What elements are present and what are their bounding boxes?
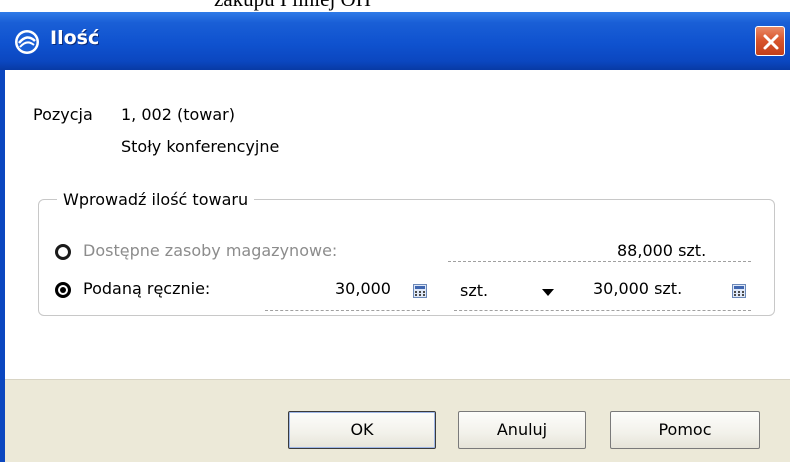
chevron-down-icon[interactable] <box>541 288 555 297</box>
converted-value-underline <box>571 310 751 311</box>
dialog-content: Pozycja 1, 002 (towar) Stoły konferencyj… <box>5 70 790 379</box>
position-name: Stoły konferencyjne <box>121 137 280 156</box>
page-caption-strip: zakupu I ilniej OH <box>0 0 790 12</box>
close-icon <box>763 34 779 50</box>
calculator-icon[interactable] <box>413 284 427 298</box>
unit-select[interactable]: szt. <box>460 281 488 300</box>
calculator-icon-converted[interactable] <box>732 284 746 298</box>
stock-option-radio[interactable] <box>55 244 71 260</box>
ok-button[interactable]: OK <box>288 411 436 449</box>
quantity-group-legend: Wprowadź ilość towaru <box>57 190 255 209</box>
dialog-footer: OK Anuluj Pomoc <box>5 379 790 462</box>
title-bar[interactable]: Ilość <box>0 12 790 70</box>
radio-selected-dot <box>60 287 66 293</box>
stock-value-underline <box>448 261 751 262</box>
position-label: Pozycja <box>33 105 93 124</box>
position-number: 1, 002 (towar) <box>121 105 235 124</box>
quantity-input[interactable]: 30,000 <box>335 279 391 298</box>
page-caption: zakupu I ilniej OH <box>214 0 371 12</box>
converted-value: 30,000 szt. <box>593 279 683 298</box>
cancel-button[interactable]: Anuluj <box>458 411 586 449</box>
app-logo-icon <box>15 30 39 54</box>
quantity-dialog: Ilość Pozycja 1, 002 (towar) Stoły konfe… <box>0 12 790 462</box>
window-title: Ilość <box>50 27 100 49</box>
close-button[interactable] <box>755 26 785 56</box>
manual-option-radio[interactable] <box>55 282 71 298</box>
quantity-input-underline <box>265 310 430 311</box>
manual-option-label: Podaną ręcznie: <box>83 279 211 298</box>
help-button[interactable]: Pomoc <box>610 411 760 449</box>
stock-value: 88,000 szt. <box>617 241 707 260</box>
unit-select-underline <box>454 310 569 311</box>
stock-option-label: Dostępne zasoby magazynowe: <box>83 241 338 260</box>
